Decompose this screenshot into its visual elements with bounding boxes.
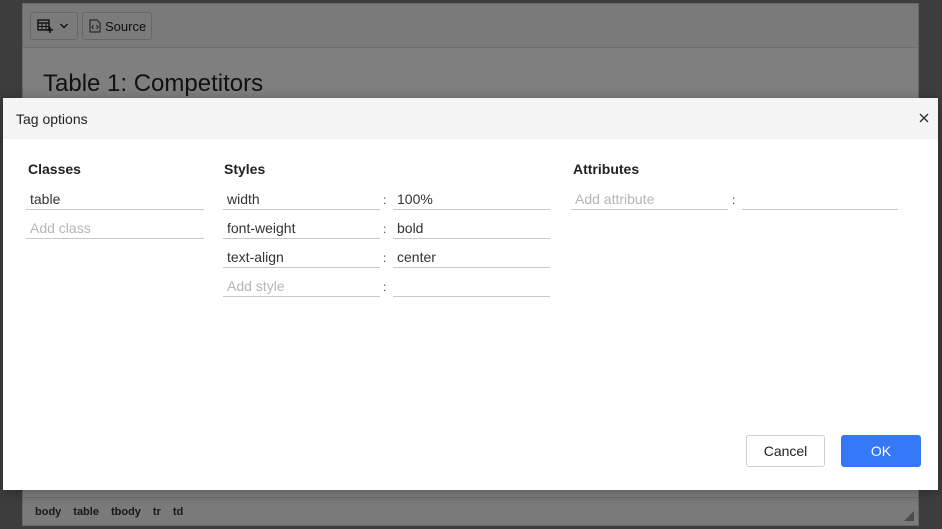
- add-attribute-value-input[interactable]: [742, 188, 898, 210]
- attribute-separator: :: [732, 193, 736, 207]
- add-style-value-input[interactable]: [393, 275, 550, 297]
- tag-options-dialog: Tag options Classes Styles : : : : Attri…: [3, 98, 938, 490]
- style-separator: :: [383, 251, 387, 265]
- style-value-input[interactable]: [393, 246, 550, 268]
- cancel-button[interactable]: Cancel: [746, 435, 825, 467]
- dialog-title: Tag options: [16, 110, 88, 127]
- style-name-input[interactable]: [223, 217, 380, 239]
- dialog-header: Tag options: [3, 98, 938, 139]
- style-value-input[interactable]: [393, 188, 550, 210]
- add-style-name-input[interactable]: [223, 275, 380, 297]
- styles-title: Styles: [224, 161, 266, 177]
- ok-button[interactable]: OK: [841, 435, 921, 467]
- style-value-input[interactable]: [393, 217, 550, 239]
- close-icon[interactable]: [917, 111, 931, 125]
- style-name-input[interactable]: [223, 188, 380, 210]
- style-separator: :: [383, 222, 387, 236]
- style-name-input[interactable]: [223, 246, 380, 268]
- style-separator: :: [383, 193, 387, 207]
- class-input[interactable]: [26, 188, 204, 210]
- style-separator: :: [383, 280, 387, 294]
- add-class-input[interactable]: [26, 217, 204, 239]
- add-attribute-name-input[interactable]: [571, 188, 728, 210]
- attributes-title: Attributes: [573, 161, 640, 177]
- classes-title: Classes: [28, 161, 81, 177]
